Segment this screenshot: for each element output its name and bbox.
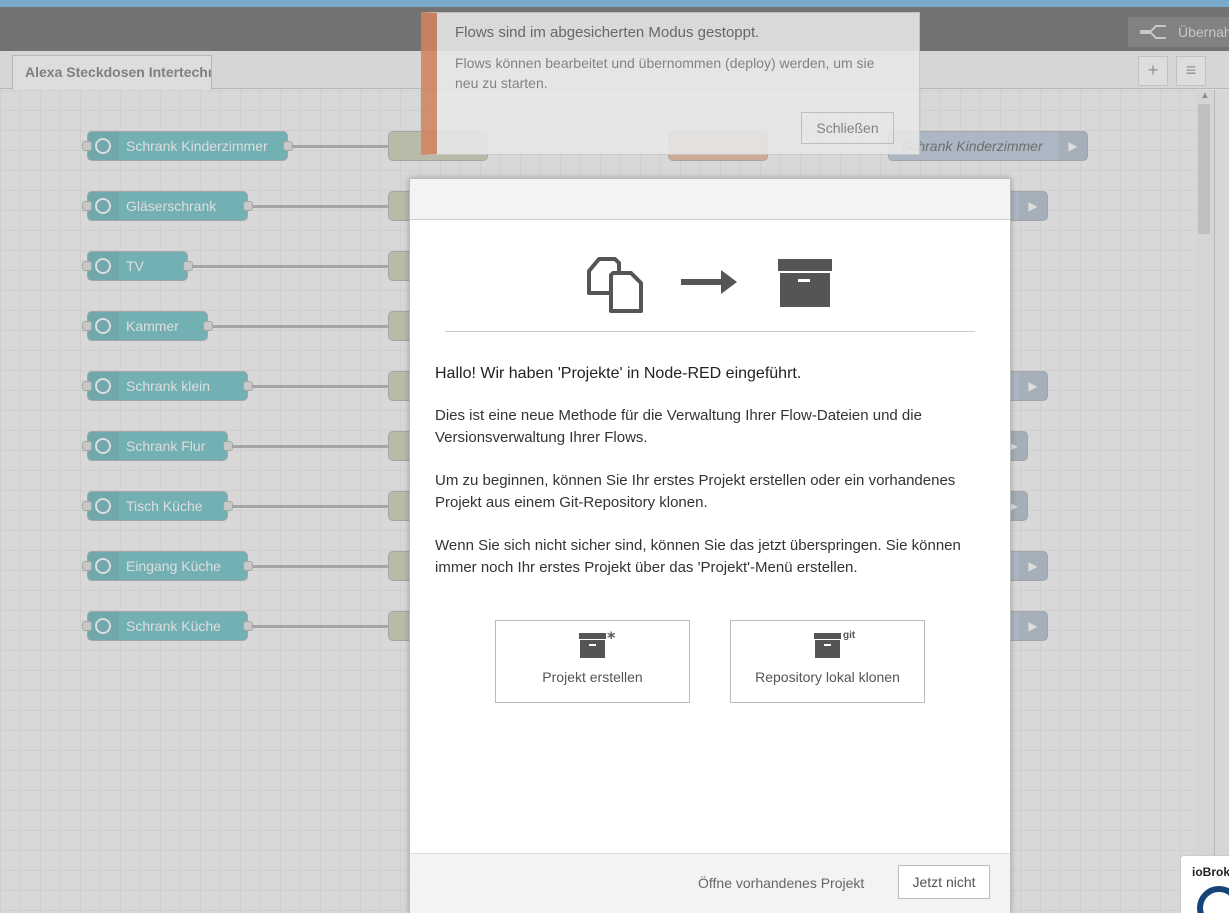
dialog-paragraph: Um zu beginnen, können Sie Ihr erstes Pr…	[435, 472, 956, 511]
dialog-title: Hallo! Wir haben 'Projekte' in Node-RED …	[435, 365, 802, 382]
clone-repository-label: Repository lokal klonen	[755, 669, 900, 685]
clone-repository-button[interactable]: git Repository lokal klonen	[730, 620, 925, 703]
archive-box-icon	[778, 259, 832, 307]
safe-mode-notification: Flows sind im abgesicherten Modus gestop…	[421, 12, 920, 155]
svg-text:*: *	[607, 631, 616, 647]
not-now-button[interactable]: Jetzt nicht	[898, 865, 990, 899]
notification-title: Flows sind im abgesicherten Modus gestop…	[455, 24, 760, 41]
dialog-footer: Öffne vorhandenes Projekt Jetzt nicht	[410, 853, 1010, 913]
git-badge: git	[843, 630, 856, 641]
files-icon	[587, 257, 643, 313]
notification-body: Flows können bearbeitet und übernommen (…	[455, 55, 875, 91]
iobroker-logo-icon	[1197, 886, 1229, 913]
notification-close-button[interactable]: Schließen	[801, 112, 894, 144]
dialog-hero	[445, 245, 975, 332]
new-project-icon: *	[579, 631, 616, 658]
projects-welcome-dialog: Hallo! Wir haben 'Projekte' in Node-RED …	[409, 178, 1011, 913]
dialog-paragraph: Dies ist eine neue Methode für die Verwa…	[435, 407, 922, 446]
dialog-paragraph: Wenn Sie sich nicht sicher sind, können …	[435, 537, 961, 576]
arrow-right-icon	[681, 270, 737, 294]
iobroker-widget[interactable]: ioBroker	[1180, 855, 1229, 913]
iobroker-label: ioBroker	[1192, 865, 1229, 879]
dialog-header	[410, 179, 1010, 220]
create-project-label: Projekt erstellen	[542, 669, 643, 685]
create-project-button[interactable]: * Projekt erstellen	[495, 620, 690, 703]
open-existing-project-link[interactable]: Öffne vorhandenes Projekt	[698, 875, 864, 891]
